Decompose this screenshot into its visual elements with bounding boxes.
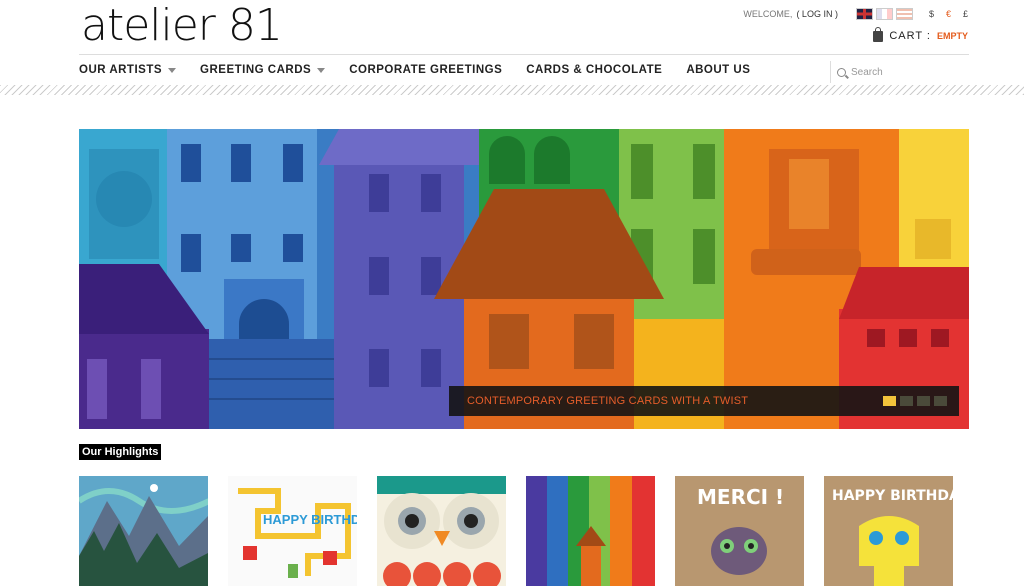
nav-label: OUR ARTISTS (79, 64, 163, 76)
banner-caption: CONTEMPORARY GREETING CARDS WITH A TWIST (449, 386, 959, 416)
account-bar: WELCOME, ( LOG IN ) $ € £ (743, 8, 968, 20)
currency-eur[interactable]: € (946, 9, 951, 19)
highlights-row: HAPPY BIRTHDAY! MERCI ! (79, 476, 953, 586)
nav-corporate-greetings[interactable]: CORPORATE GREETINGS (349, 64, 502, 76)
currency-usd[interactable]: $ (929, 9, 934, 19)
merci-card[interactable]: MERCI ! (675, 476, 804, 586)
slide-dot-1[interactable] (883, 396, 896, 406)
cart[interactable]: CART : EMPTY (873, 26, 968, 42)
us-flag-icon[interactable] (895, 8, 913, 20)
header-divider (79, 54, 969, 55)
currency-selector: $ € £ (929, 9, 968, 19)
cart-status: EMPTY (936, 31, 968, 41)
search-box[interactable]: Search (830, 61, 968, 83)
nav-label: CARDS & CHOCOLATE (526, 64, 663, 76)
shopping-bag-icon (873, 26, 884, 42)
slide-dot-3[interactable] (917, 396, 930, 406)
chevron-down-icon (168, 67, 177, 73)
card-text: MERCI ! (697, 485, 784, 509)
nav-our-artists[interactable]: OUR ARTISTS (79, 64, 177, 76)
cart-label: CART : (889, 30, 931, 42)
search-icon (837, 67, 846, 77)
happy-birthday-robot-card[interactable]: HAPPY BIRTHDAY (824, 476, 953, 586)
site-logo[interactable]: atelier 81 (81, 2, 283, 50)
slide-indicators (883, 396, 947, 406)
card-text: HAPPY BIRTHDAY (832, 488, 953, 504)
mountains-card[interactable] (79, 476, 208, 586)
card-text: HAPPY BIRTHDAY! (263, 512, 357, 527)
happy-birthday-board-card[interactable]: HAPPY BIRTHDAY! (228, 476, 357, 586)
currency-gbp[interactable]: £ (963, 9, 968, 19)
nav-label: GREETING CARDS (200, 64, 312, 76)
decorative-stripe (0, 85, 1024, 95)
nav-label: ABOUT US (686, 64, 751, 76)
hero-banner[interactable]: CONTEMPORARY GREETING CARDS WITH A TWIST (79, 129, 969, 429)
nav-about-us[interactable]: ABOUT US (686, 64, 750, 76)
slide-dot-2[interactable] (900, 396, 913, 406)
highlights-heading: Our Highlights (79, 444, 162, 460)
chevron-down-icon (317, 67, 326, 73)
search-input[interactable]: Search (851, 67, 883, 78)
nav-greeting-cards[interactable]: GREETING CARDS (200, 64, 326, 76)
main-nav: OUR ARTISTS GREETING CARDS CORPORATE GRE… (79, 64, 774, 76)
nav-label: CORPORATE GREETINGS (349, 64, 503, 76)
fr-flag-icon[interactable] (875, 8, 893, 20)
rainbow-houses-card[interactable] (526, 476, 655, 586)
nav-cards-chocolate[interactable]: CARDS & CHOCOLATE (526, 64, 662, 76)
slide-dot-4[interactable] (934, 396, 947, 406)
login-link[interactable]: ( LOG IN ) (796, 9, 838, 19)
uk-flag-icon[interactable] (855, 8, 873, 20)
owl-card[interactable] (377, 476, 506, 586)
language-selector (855, 8, 913, 20)
welcome-text: WELCOME, (743, 9, 793, 19)
caption-text: CONTEMPORARY GREETING CARDS WITH A TWIST (467, 395, 749, 407)
rainbow-city-illustration (79, 129, 969, 429)
